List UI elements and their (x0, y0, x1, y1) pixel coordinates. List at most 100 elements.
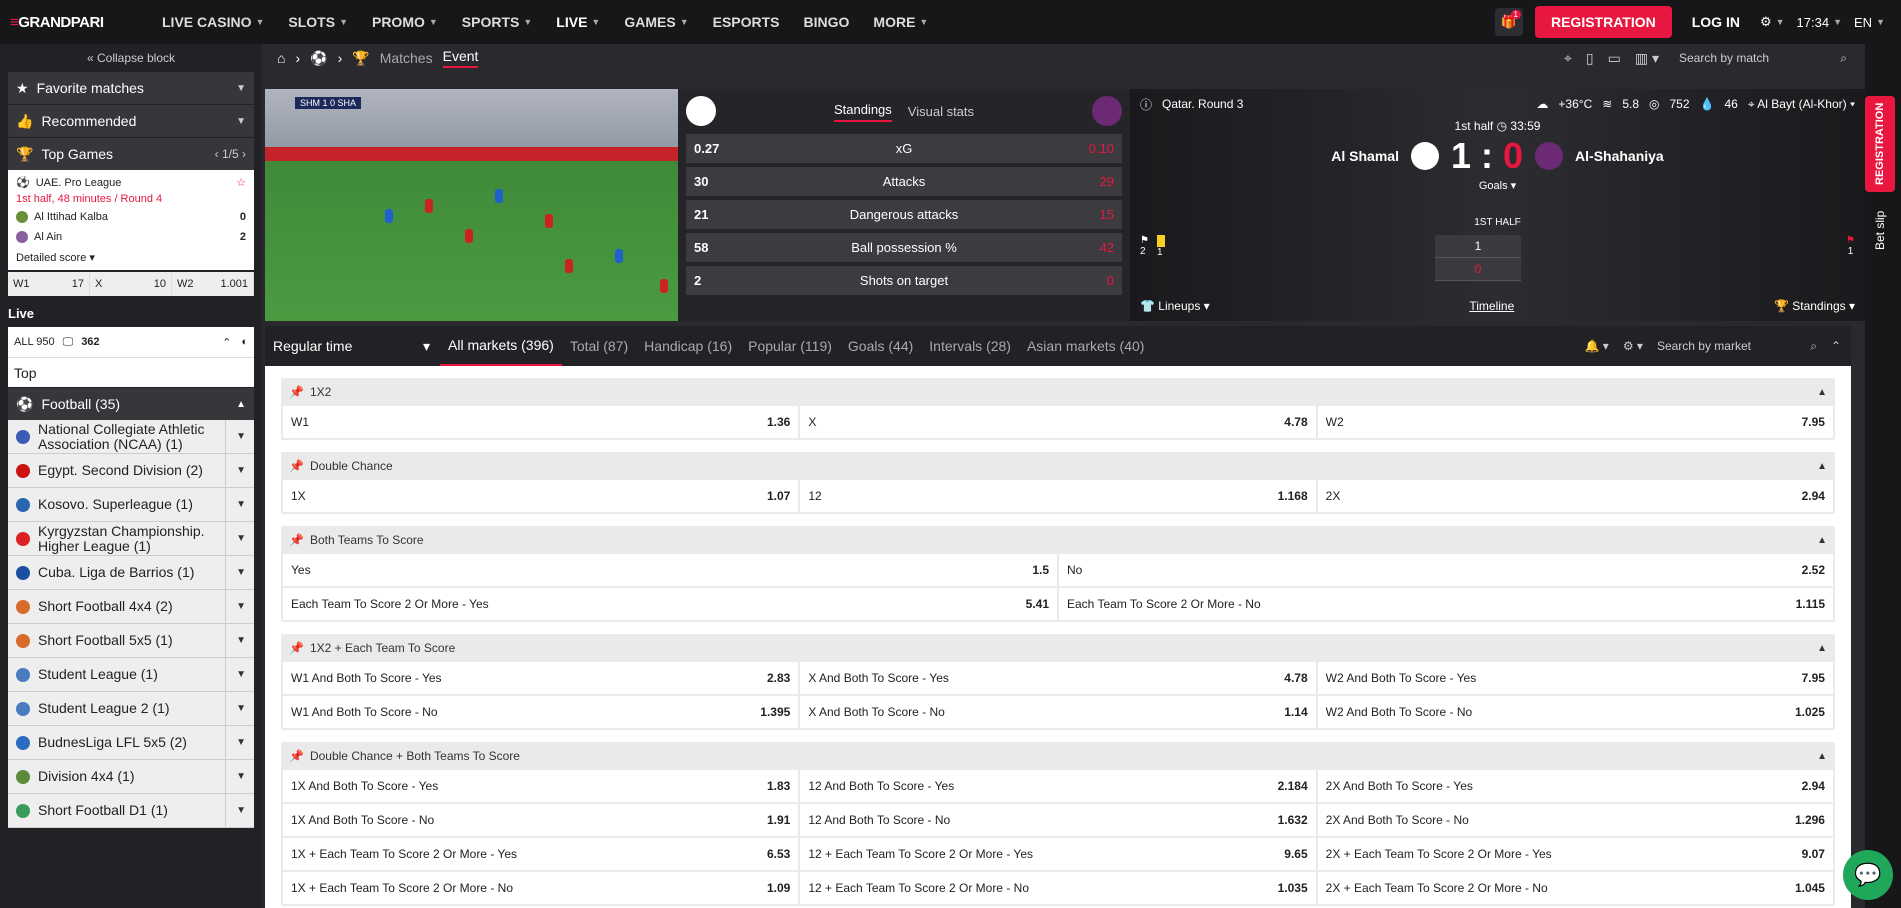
gear-icon[interactable]: ⚙ ▾ (1623, 339, 1643, 353)
odd-button[interactable]: No 2.52 (1059, 554, 1833, 586)
market-tab[interactable]: All markets (396) (440, 326, 562, 366)
league-row[interactable]: Kosovo. Superleague (1) ▼ (8, 488, 254, 522)
trophy-icon[interactable]: 🏆 (352, 50, 369, 67)
gift-button[interactable]: 🎁 1 (1494, 8, 1523, 36)
odds-cell[interactable]: W1 17 (8, 272, 90, 296)
odd-button[interactable]: 1X And Both To Score - No 1.91 (283, 804, 799, 836)
video-player[interactable]: SHM 1 0 SHA (265, 89, 678, 321)
favorite-star-icon[interactable]: ☆ (236, 176, 246, 189)
odds-cell[interactable]: X 10 (90, 272, 172, 296)
settings-button[interactable]: ⚙ ▼ (1760, 14, 1785, 30)
favorite-matches-row[interactable]: ★ Favorite matches ▼ (8, 72, 254, 104)
odd-button[interactable]: X And Both To Score - No 1.14 (800, 696, 1316, 728)
rail-registration-button[interactable]: REGISTRATION (1865, 96, 1895, 192)
market-tab[interactable]: Intervals (28) (921, 326, 1019, 366)
recommended-row[interactable]: 👍 Recommended ▼ (8, 105, 254, 137)
login-button[interactable]: LOG IN (1684, 14, 1748, 30)
tv-count[interactable]: 362 (81, 336, 99, 348)
odd-button[interactable]: 12 + Each Team To Score 2 Or More - No 1.… (800, 872, 1316, 904)
odd-button[interactable]: W2 7.95 (1317, 406, 1833, 438)
language-select[interactable]: EN ▼ (1854, 15, 1885, 30)
league-row[interactable]: Kyrgyzstan Championship. Higher League (… (8, 522, 254, 556)
odd-button[interactable]: 12 + Each Team To Score 2 Or More - Yes 9… (800, 838, 1316, 870)
tab-matches[interactable]: Matches (380, 50, 433, 66)
odd-button[interactable]: W1 And Both To Score - No 1.395 (283, 696, 799, 728)
goals-toggle[interactable]: Goals ▾ (1130, 179, 1865, 192)
odd-button[interactable]: 1X And Both To Score - Yes 1.83 (283, 770, 799, 802)
monitor-view-icon[interactable]: ▭ (1608, 50, 1621, 67)
nav-item-bingo[interactable]: BINGO (792, 0, 862, 44)
odd-button[interactable]: Each Team To Score 2 Or More - No 1.115 (1059, 588, 1833, 620)
bet-slip-button[interactable]: Bet slip (1865, 200, 1895, 260)
nav-item-live-casino[interactable]: LIVE CASINO ▼ (150, 0, 276, 44)
odds-cell[interactable]: W2 1.001 (172, 272, 254, 296)
collapse-all-icon[interactable]: ⌃ (1831, 339, 1841, 353)
league-row[interactable]: Student League 2 (1) ▼ (8, 692, 254, 726)
market-title[interactable]: 📌 1X2 + Each Team To Score ▲ (281, 634, 1835, 662)
league-row[interactable]: Cuba. Liga de Barrios (1) ▼ (8, 556, 254, 590)
collapse-block-button[interactable]: « Collapse block (0, 44, 262, 72)
logo[interactable]: ≡GRANDPARI (10, 14, 150, 31)
period-select[interactable]: Regular time ▾ (265, 338, 440, 355)
all-count[interactable]: ALL 950 (14, 336, 55, 348)
league-row[interactable]: Egypt. Second Division (2) ▼ (8, 454, 254, 488)
odd-button[interactable]: 2X + Each Team To Score 2 Or More - No 1.… (1317, 872, 1833, 904)
time-display[interactable]: 17:34 ▼ (1797, 15, 1842, 30)
collapse-all-icon[interactable]: ⌃ (222, 336, 231, 349)
pin-icon[interactable]: 📌 (289, 385, 304, 399)
soccer-ball-icon[interactable]: ⚽ (310, 50, 327, 67)
market-tab[interactable]: Asian markets (40) (1019, 326, 1152, 366)
odd-button[interactable]: 1X + Each Team To Score 2 Or More - No 1.… (283, 872, 799, 904)
market-tab[interactable]: Handicap (16) (636, 326, 740, 366)
league-row[interactable]: Short Football D1 (1) ▼ (8, 794, 254, 828)
odd-button[interactable]: 1X + Each Team To Score 2 Or More - Yes 6… (283, 838, 799, 870)
search-market-input[interactable]: Search by market ⌕ (1657, 339, 1817, 354)
football-category[interactable]: ⚽ Football (35) ▲ (8, 388, 254, 420)
odd-button[interactable]: Yes 1.5 (283, 554, 1057, 586)
tab-visual-stats[interactable]: Visual stats (908, 104, 974, 119)
pin-icon[interactable]: ⌖ (1564, 50, 1572, 67)
odd-button[interactable]: 2X And Both To Score - Yes 2.94 (1317, 770, 1833, 802)
standings-button[interactable]: 🏆 Standings ▾ (1774, 299, 1855, 313)
league-row[interactable]: Short Football 5x5 (1) ▼ (8, 624, 254, 658)
odd-button[interactable]: 12 And Both To Score - Yes 2.184 (800, 770, 1316, 802)
timeline-button[interactable]: Timeline (1469, 299, 1514, 313)
odd-button[interactable]: 1X 1.07 (283, 480, 799, 512)
market-tab[interactable]: Popular (119) (740, 326, 840, 366)
market-title[interactable]: 📌 Double Chance + Both Teams To Score ▲ (281, 742, 1835, 770)
lineups-button[interactable]: 👕 Lineups ▾ (1140, 299, 1210, 313)
nav-item-promo[interactable]: PROMO ▼ (360, 0, 450, 44)
chart-icon[interactable]: ▥ ▾ (1635, 50, 1659, 67)
search-match-input[interactable]: Search by match ⌕ (1673, 46, 1853, 70)
home-icon[interactable]: ⌂ (277, 50, 285, 66)
nav-item-live[interactable]: LIVE ▼ (544, 0, 612, 44)
detailed-score-toggle[interactable]: Detailed score ▾ (16, 251, 246, 264)
league-row[interactable]: BudnesLiga LFL 5x5 (2) ▼ (8, 726, 254, 760)
globe-icon[interactable]: ◐ (241, 336, 248, 349)
odd-button[interactable]: X 4.78 (800, 406, 1316, 438)
tablet-view-icon[interactable]: ▯ (1586, 50, 1594, 67)
league-row[interactable]: Student League (1) ▼ (8, 658, 254, 692)
odd-button[interactable]: 2X + Each Team To Score 2 Or More - Yes 9… (1317, 838, 1833, 870)
nav-item-sports[interactable]: SPORTS ▼ (450, 0, 545, 44)
registration-button[interactable]: REGISTRATION (1534, 6, 1672, 38)
odd-button[interactable]: W1 1.36 (283, 406, 799, 438)
odd-button[interactable]: X And Both To Score - Yes 4.78 (800, 662, 1316, 694)
top-game-card[interactable]: ⚽ UAE. Pro League ☆ 1st half, 48 minutes /… (8, 170, 254, 270)
nav-item-esports[interactable]: ESPORTS (701, 0, 792, 44)
odd-button[interactable]: W2 And Both To Score - No 1.025 (1317, 696, 1833, 728)
odd-button[interactable]: W2 And Both To Score - Yes 7.95 (1317, 662, 1833, 694)
venue-selector[interactable]: ⌖ Al Bayt (Al-Khor) ▾ (1748, 97, 1855, 112)
odd-button[interactable]: 2X And Both To Score - No 1.296 (1317, 804, 1833, 836)
league-row[interactable]: National Collegiate Athletic Association… (8, 420, 254, 454)
odd-button[interactable]: Each Team To Score 2 Or More - Yes 5.41 (283, 588, 1057, 620)
odd-button[interactable]: 2X 2.94 (1317, 480, 1833, 512)
pin-icon[interactable]: 📌 (289, 533, 304, 547)
odd-button[interactable]: W1 And Both To Score - Yes 2.83 (283, 662, 799, 694)
tab-event[interactable]: Event (442, 48, 479, 68)
top-filter[interactable]: Top (8, 357, 254, 387)
odd-button[interactable]: 12 And Both To Score - No 1.632 (800, 804, 1316, 836)
league-row[interactable]: Division 4x4 (1) ▼ (8, 760, 254, 794)
pin-icon[interactable]: 📌 (289, 459, 304, 473)
top-games-pager[interactable]: ‹ 1/5 › (215, 147, 246, 161)
